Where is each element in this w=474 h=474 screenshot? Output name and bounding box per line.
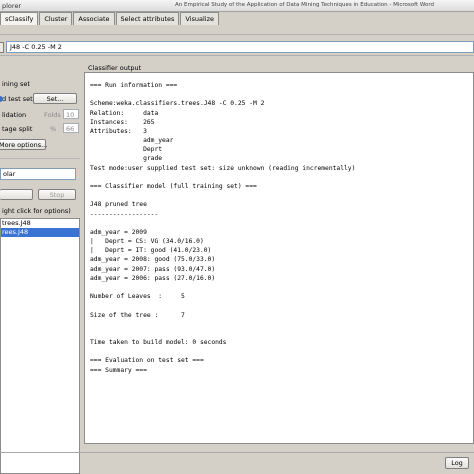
output-line: Test mode:user supplied test set: size u… <box>90 164 356 172</box>
cross-validation-label[interactable]: lidation <box>2 111 26 119</box>
result-list-header: ight click for options) <box>2 207 71 215</box>
folds-field[interactable]: 10 <box>63 109 79 119</box>
tab-select-attributes[interactable]: Select attributes <box>115 12 180 25</box>
output-line: adm_year <box>90 137 174 145</box>
percentage-split-label[interactable]: tage split <box>2 125 32 133</box>
separator <box>0 158 80 159</box>
output-line: adm_year = 2008: good (75.0/33.0) <box>90 256 216 264</box>
output-line: Instances: 265 <box>90 118 155 126</box>
output-line: adm_year = 2007: pass (93.0/47.0) <box>90 265 216 273</box>
output-line: | Deprt = CS: VG (34.0/16.0) <box>90 238 204 246</box>
weka-explorer-window: plorer An Empirical Study of the Applica… <box>0 0 474 474</box>
result-item[interactable]: trees.J48 <box>1 219 79 228</box>
stop-button[interactable]: Stop <box>38 189 76 200</box>
result-item-selected[interactable]: rees.J48 <box>1 228 79 237</box>
output-line: adm_year = 2006: pass (27.0/16.0) <box>90 274 216 282</box>
use-training-set-label[interactable]: ining set <box>2 80 30 88</box>
output-line: === Summary === <box>90 366 147 374</box>
classifier-output[interactable]: === Run information === Scheme:weka.class… <box>84 72 474 444</box>
result-list: trees.J48 rees.J48 <box>0 218 80 474</box>
start-button[interactable] <box>0 189 33 200</box>
output-line: Deprt <box>90 146 163 154</box>
output-line: Relation: data <box>90 109 159 117</box>
output-line: === Run information === <box>90 82 178 89</box>
percent-field[interactable]: 66 <box>63 123 79 133</box>
tab-classify[interactable]: sClassify <box>0 12 39 25</box>
tab-associate[interactable]: Associate <box>73 12 115 25</box>
classifier-field[interactable]: J48 -C 0.25 -M 2 <box>6 41 474 53</box>
title-bar: plorer An Empirical Study of the Applica… <box>0 0 474 12</box>
folds-label: Folds <box>44 111 61 119</box>
window-title: plorer <box>2 2 22 10</box>
output-line: Attributes: 3 <box>90 127 147 135</box>
output-line: | Deprt = IT: good (41.0/23.0) <box>90 247 212 255</box>
more-options-button[interactable]: More options... <box>0 139 47 150</box>
test-options-panel: ining set d test set Set... lidation Fol… <box>0 58 80 474</box>
tab-cluster[interactable]: Cluster <box>39 12 73 25</box>
output-line: === Classifier model (full training set)… <box>90 182 257 190</box>
choose-classifier-button[interactable] <box>0 42 4 53</box>
log-button[interactable]: Log <box>445 457 469 469</box>
output-line: Scheme:weka.classifiers.trees.J48 -C 0.2… <box>90 100 265 108</box>
supplied-test-set-label[interactable]: d test set <box>2 95 33 103</box>
classifier-output-label: Classifier output <box>88 64 142 72</box>
output-line: Time taken to build model: 0 seconds <box>90 339 227 347</box>
output-line: === Evaluation on test set === <box>90 357 204 365</box>
output-line: grade <box>90 155 163 163</box>
classifier-panel: J48 -C 0.25 -M 2 <box>0 34 474 56</box>
class-attribute-select[interactable]: olar <box>0 168 76 180</box>
output-line: Size of the tree : 7 <box>90 311 185 319</box>
output-line: adm_year = 2009 <box>90 228 147 236</box>
percent-symbol: % <box>50 125 57 133</box>
output-line: J48 pruned tree <box>90 201 147 209</box>
output-line: ------------------ <box>90 210 159 218</box>
set-test-set-button[interactable]: Set... <box>33 93 77 104</box>
tab-bar: sClassify Cluster Associate Select attri… <box>0 12 474 25</box>
status-bar: Log <box>0 452 474 474</box>
tab-visualize[interactable]: Visualize <box>180 12 219 25</box>
output-line: Number of Leaves : 5 <box>90 293 185 301</box>
background-document-title: An Empirical Study of the Application of… <box>175 2 435 8</box>
